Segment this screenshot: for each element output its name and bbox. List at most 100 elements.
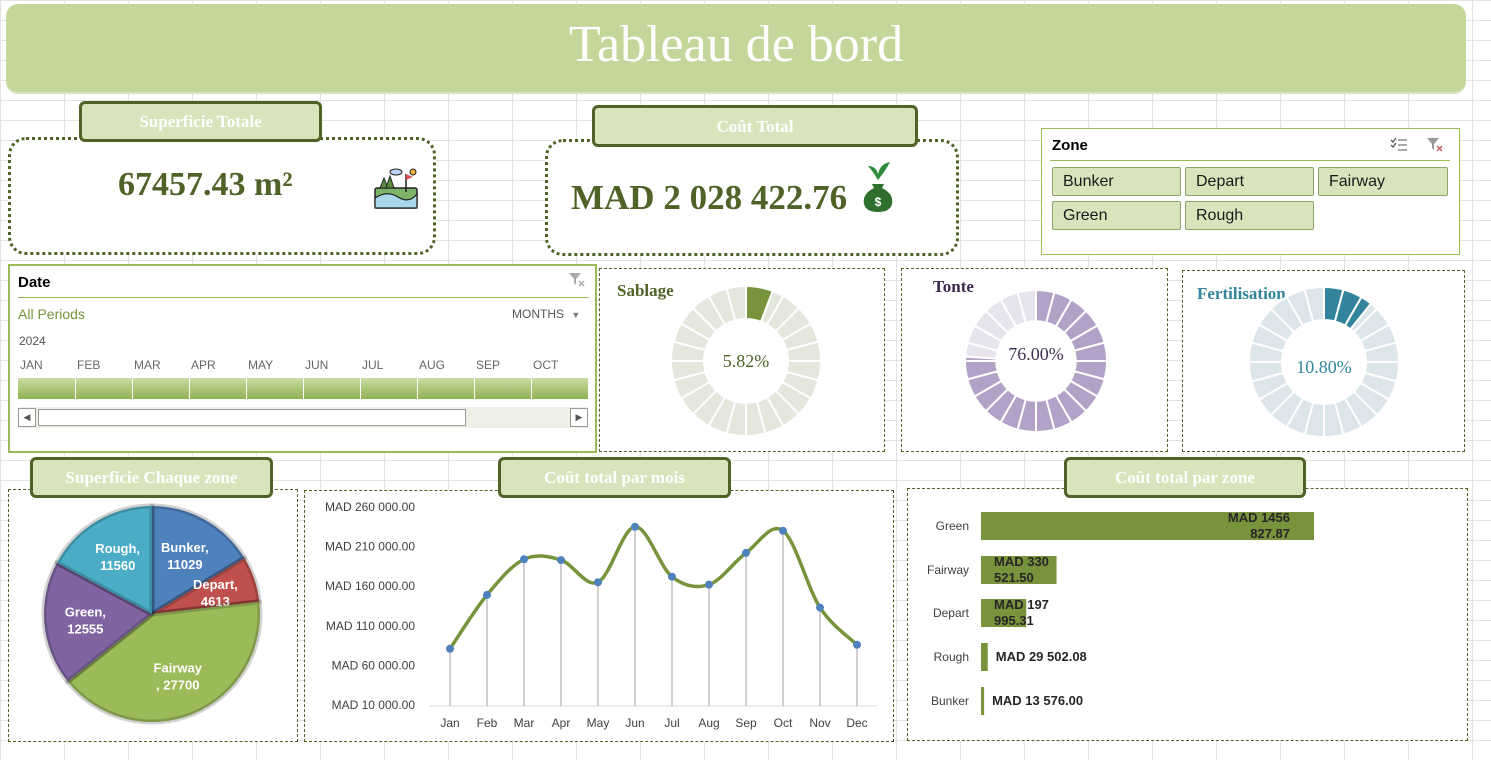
- donut-panel-tonte: Tonte 76.00%: [901, 268, 1168, 452]
- line-marker: [668, 572, 676, 581]
- bar-panel: Green MAD 1456 827.87 Fairway MAD 330 521.50 D…: [907, 488, 1468, 741]
- multi-select-icon[interactable]: [1390, 137, 1408, 153]
- y-tick-label: MAD 210 000.00: [325, 540, 415, 554]
- zone-option-fairway[interactable]: Fairway: [1318, 167, 1448, 196]
- scroll-left-icon[interactable]: ◀: [18, 408, 36, 427]
- donut-value-tonte: 76.00%: [1008, 344, 1064, 364]
- zone-option-rough[interactable]: Rough: [1185, 201, 1314, 230]
- line-marker: [779, 526, 787, 535]
- date-slicer-title: Date: [18, 274, 51, 291]
- x-tick-label: Aug: [698, 716, 719, 730]
- pie-data-label: Fairway: [154, 660, 203, 675]
- bar-chart: Green MAD 1456827.87 Fairway MAD 330521.50 D…: [927, 510, 1314, 715]
- golf-course-icon: [372, 164, 420, 212]
- zone-option-bunker[interactable]: Bunker: [1052, 167, 1181, 196]
- pie-panel-label: Superficie Chaque zone: [30, 457, 273, 498]
- pie-data-label: 11029: [167, 557, 202, 572]
- x-tick-label: May: [587, 716, 610, 730]
- timeline-month[interactable]: MAY: [248, 358, 273, 372]
- timeline-month[interactable]: SEP: [476, 358, 500, 372]
- x-tick-label: Jan: [440, 716, 459, 730]
- line-marker: [853, 640, 861, 649]
- title-banner: Tableau de bord: [6, 4, 1466, 92]
- line-marker: [742, 548, 750, 557]
- bar-panel-label: Coût total par zone: [1064, 457, 1306, 498]
- x-tick-label: Sep: [735, 716, 757, 730]
- line-marker: [816, 603, 824, 612]
- bar-rough: [981, 643, 988, 671]
- bar-data-label: MAD 1456: [1228, 510, 1290, 525]
- timeline-divider: [132, 378, 133, 399]
- timeline-scrollbar[interactable]: ◀ ▶: [18, 407, 588, 428]
- donut-panel-fertilisation: Fertilisation 10.80%: [1182, 270, 1465, 452]
- date-timeline-slicer: Date All Periods MONTHS ▼ 2024 JAN FEB MAR…: [8, 264, 597, 453]
- timeline-bar[interactable]: [18, 378, 588, 399]
- pie-data-label: 12555: [67, 622, 103, 637]
- timeline-year: 2024: [19, 334, 46, 348]
- x-tick-label: Apr: [552, 716, 571, 730]
- donut-value-sablage: 5.82%: [722, 351, 770, 371]
- pie-data-label: Bunker,: [161, 540, 209, 555]
- y-tick-label: MAD 10 000.00: [332, 698, 416, 712]
- kpi-cost-value: MAD 2 028 422.76: [571, 178, 848, 217]
- x-tick-label: Mar: [514, 716, 535, 730]
- clear-filter-icon[interactable]: [568, 272, 586, 288]
- pie-panel: Bunker, 11029 Depart, 4613 Fairway, 27700 Gre…: [8, 489, 298, 742]
- x-tick-label: Dec: [846, 716, 867, 730]
- timeline-divider: [189, 378, 190, 399]
- bar-category-label: Depart: [933, 606, 970, 620]
- slicer-divider: [18, 297, 589, 298]
- scrollbar-thumb[interactable]: [38, 409, 466, 426]
- x-tick-label: Oct: [774, 716, 793, 730]
- pie-data-label: Depart,: [193, 577, 238, 592]
- bar-data-label: 521.50: [994, 570, 1034, 585]
- timeline-month[interactable]: JAN: [20, 358, 43, 372]
- clear-filter-icon[interactable]: [1426, 137, 1444, 153]
- bar-data-label: 995.31: [994, 613, 1034, 628]
- line-marker: [557, 556, 565, 565]
- period-label: All Periods: [18, 306, 85, 322]
- timeline-month[interactable]: JUL: [362, 358, 383, 372]
- time-level-label: MONTHS: [512, 307, 564, 321]
- line-marker: [594, 578, 602, 587]
- line-marker: [520, 555, 528, 564]
- donut-panel-sablage: Sablage 5.82%: [599, 268, 885, 452]
- page-title: Tableau de bord: [568, 16, 904, 73]
- zone-slicer: Zone Bunker Depart Fairway Green Rough: [1041, 128, 1460, 255]
- slicer-divider: [1050, 160, 1450, 161]
- bar-data-label: 827.87: [1250, 526, 1290, 541]
- x-tick-label: Jul: [664, 716, 679, 730]
- timeline-divider: [531, 378, 532, 399]
- x-tick-label: Nov: [809, 716, 830, 730]
- timeline-divider: [360, 378, 361, 399]
- bar-data-label: MAD 330: [994, 554, 1049, 569]
- bar-data-label: MAD 197: [994, 597, 1049, 612]
- timeline-month[interactable]: FEB: [77, 358, 100, 372]
- bar-category-label: Bunker: [931, 694, 969, 708]
- bar-data-label: MAD 13 576.00: [992, 693, 1083, 708]
- timeline-divider: [474, 378, 475, 399]
- timeline-month[interactable]: OCT: [533, 358, 558, 372]
- pie-chart: Bunker,11029Depart,4613Fairway, 27700Gre…: [41, 503, 263, 725]
- chevron-down-icon: ▼: [571, 310, 581, 320]
- scroll-right-icon[interactable]: ▶: [570, 408, 588, 427]
- timeline-month[interactable]: APR: [191, 358, 216, 372]
- y-tick-label: MAD 260 000.00: [325, 500, 415, 514]
- kpi-area-label: Superficie Totale: [79, 101, 322, 142]
- time-level-selector[interactable]: MONTHS ▼: [512, 307, 580, 321]
- x-tick-label: Jun: [625, 716, 644, 730]
- bar-data-label: MAD 29 502.08: [996, 649, 1087, 664]
- zone-option-depart[interactable]: Depart: [1185, 167, 1314, 196]
- pie-data-label: Green,: [65, 605, 106, 620]
- svg-text:$: $: [875, 195, 882, 209]
- timeline-month[interactable]: MAR: [134, 358, 161, 372]
- timeline-month[interactable]: AUG: [419, 358, 445, 372]
- pie-data-label: , 27700: [156, 677, 199, 692]
- pie-data-label: 11560: [100, 558, 135, 573]
- timeline-month[interactable]: JUN: [305, 358, 328, 372]
- line-panel-label: Coût total par mois: [498, 457, 731, 498]
- zone-option-green[interactable]: Green: [1052, 201, 1181, 230]
- x-tick-label: Feb: [477, 716, 498, 730]
- line-marker: [705, 580, 713, 589]
- timeline-divider: [75, 378, 76, 399]
